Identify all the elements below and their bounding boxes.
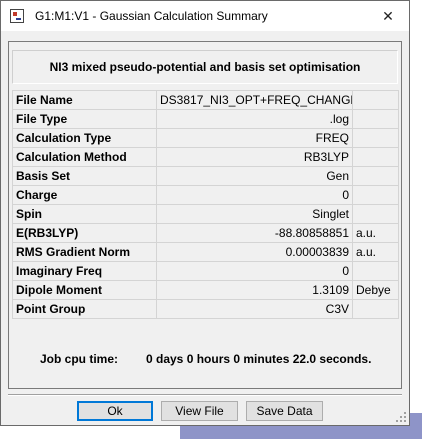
row-label: Dipole Moment	[12, 280, 157, 300]
table-row: RMS Gradient Norm 0.00003839 a.u.	[12, 242, 399, 262]
row-value: .log	[156, 109, 353, 129]
row-unit: a.u.	[352, 242, 399, 262]
row-unit	[352, 166, 399, 186]
summary-table: File Name DS3817_NI3_OPT+FREQ_CHANGED File…	[12, 90, 399, 319]
row-unit	[352, 261, 399, 281]
row-unit	[352, 128, 399, 148]
row-value: 0.00003839	[156, 242, 353, 262]
window-title: G1:M1:V1 - Gaussian Calculation Summary	[35, 9, 268, 23]
row-unit	[352, 204, 399, 224]
title-bar[interactable]: G1:M1:V1 - Gaussian Calculation Summary …	[1, 1, 409, 31]
summary-window: G1:M1:V1 - Gaussian Calculation Summary …	[0, 0, 410, 426]
table-row: File Type .log	[12, 109, 399, 129]
row-label: Spin	[12, 204, 157, 224]
save-data-button[interactable]: Save Data	[246, 401, 323, 421]
table-row: Calculation Method RB3LYP	[12, 147, 399, 167]
row-label: Calculation Type	[12, 128, 157, 148]
table-row: Charge 0	[12, 185, 399, 205]
row-unit	[352, 299, 399, 319]
row-value: FREQ	[156, 128, 353, 148]
table-row: Calculation Type FREQ	[12, 128, 399, 148]
row-label: Charge	[12, 185, 157, 205]
separator	[8, 394, 402, 396]
row-label: Basis Set	[12, 166, 157, 186]
row-unit	[352, 90, 399, 110]
row-value: DS3817_NI3_OPT+FREQ_CHANGED	[156, 90, 353, 110]
row-label: RMS Gradient Norm	[12, 242, 157, 262]
app-icon[interactable]	[10, 9, 24, 23]
cpu-time-value: 0 days 0 hours 0 minutes 22.0 seconds.	[146, 352, 372, 366]
row-label: Imaginary Freq	[12, 261, 157, 281]
row-label: File Name	[12, 90, 157, 110]
row-value: 1.3109	[156, 280, 353, 300]
table-row: Point Group C3V	[12, 299, 399, 319]
row-value: 0	[156, 261, 353, 281]
table-row: Spin Singlet	[12, 204, 399, 224]
row-unit	[352, 147, 399, 167]
table-row: Imaginary Freq 0	[12, 261, 399, 281]
row-value: 0	[156, 185, 353, 205]
table-row: E(RB3LYP) -88.80858851 a.u.	[12, 223, 399, 243]
row-unit: Debye	[352, 280, 399, 300]
summary-panel: NI3 mixed pseudo-potential and basis set…	[8, 41, 402, 389]
row-value: RB3LYP	[156, 147, 353, 167]
row-label: Calculation Method	[12, 147, 157, 167]
cpu-time-label: Job cpu time:	[40, 352, 119, 366]
ok-button[interactable]: Ok	[77, 401, 153, 421]
row-value: C3V	[156, 299, 353, 319]
table-row: File Name DS3817_NI3_OPT+FREQ_CHANGED	[12, 90, 399, 110]
resize-grip-icon[interactable]	[396, 412, 406, 422]
background-area-right	[410, 0, 422, 439]
close-icon[interactable]: ✕	[367, 1, 409, 31]
row-unit	[352, 185, 399, 205]
job-title: NI3 mixed pseudo-potential and basis set…	[12, 50, 398, 84]
row-value: -88.80858851	[156, 223, 353, 243]
view-file-button[interactable]: View File	[161, 401, 238, 421]
row-label: Point Group	[12, 299, 157, 319]
row-label: E(RB3LYP)	[12, 223, 157, 243]
row-label: File Type	[12, 109, 157, 129]
row-unit: a.u.	[352, 223, 399, 243]
row-unit	[352, 109, 399, 129]
row-value: Gen	[156, 166, 353, 186]
row-value: Singlet	[156, 204, 353, 224]
table-row: Dipole Moment 1.3109 Debye	[12, 280, 399, 300]
table-row: Basis Set Gen	[12, 166, 399, 186]
cpu-time-row: Job cpu time: 0 days 0 hours 0 minutes 2…	[12, 348, 398, 370]
